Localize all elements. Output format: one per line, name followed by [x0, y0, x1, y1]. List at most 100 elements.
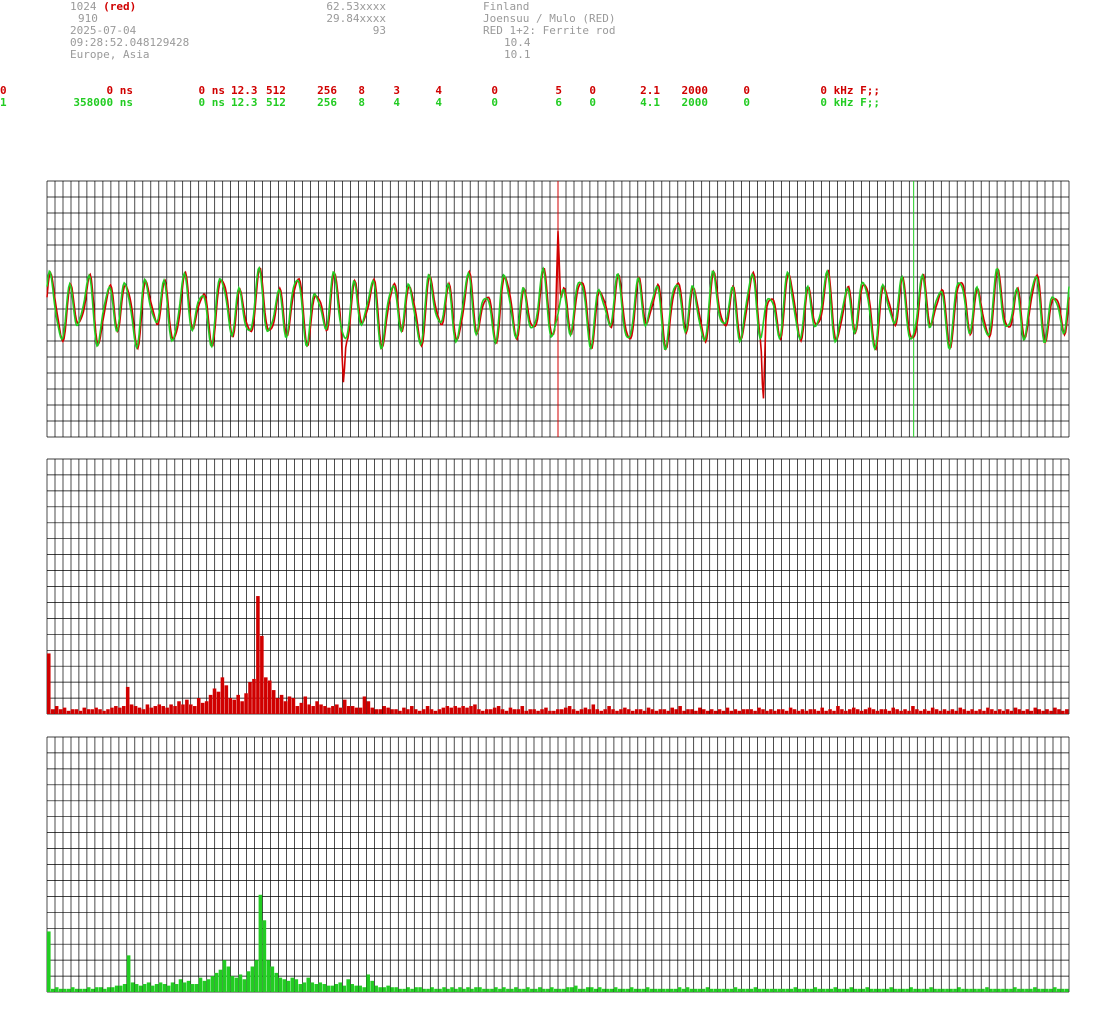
spectrum-1-bar	[634, 709, 639, 714]
spectrum-1-bar	[978, 709, 982, 714]
spectrum-2-bar	[845, 988, 850, 992]
spectrum-2-bar	[969, 988, 973, 992]
spectrum-2-bar	[382, 987, 386, 992]
spectrum-1-bar	[875, 710, 880, 714]
spectrum-2-bar	[146, 982, 151, 992]
spectrum-1-bar	[954, 710, 959, 714]
spectrum-1-bar	[303, 696, 308, 714]
spectrum-2-bar	[773, 988, 778, 992]
spectrum-1-bar	[260, 635, 264, 714]
spectrum-1-bar	[749, 709, 753, 714]
spectrum-1-bar	[559, 709, 564, 714]
spectrum-1-bar	[1021, 710, 1026, 714]
spectrum-1-bar	[702, 709, 706, 714]
spectrum-1-bar	[556, 709, 560, 714]
spectrum-2-bar	[202, 980, 207, 992]
spectrum-1-bar	[165, 707, 169, 715]
spectrum-1-bar	[74, 709, 79, 714]
spectrum-1-bar	[275, 698, 280, 714]
spectrum-1-bar	[958, 707, 963, 715]
spectrum-2-bar	[442, 987, 446, 992]
spectrum-1-bar	[488, 709, 493, 714]
spectrum-2-bar	[450, 987, 454, 992]
spectrum-1-bar	[267, 680, 272, 714]
spectrum-2-bar	[47, 931, 51, 992]
spectrum-2-bar	[346, 979, 350, 992]
spectrum-2-bar	[482, 988, 486, 992]
spectrum-2-bar	[290, 977, 295, 992]
spectrum-2-bar	[649, 988, 654, 992]
spectrum-1-bar	[1041, 710, 1045, 714]
spectrum-2-bar	[462, 988, 466, 992]
spectrum-1-bar	[1029, 710, 1034, 714]
spectrum-1-bar	[879, 709, 884, 714]
spectrum-2-bar	[246, 971, 251, 992]
spectrum-2-bar	[965, 988, 969, 992]
spectrum-2-bar	[569, 987, 574, 992]
spectrum-1-bar	[851, 707, 856, 715]
spectrum-2-bar	[470, 988, 474, 992]
spectrum-2-bar	[957, 987, 961, 992]
spectrum-1-bar	[962, 709, 967, 714]
spectrum-1-bar	[307, 704, 311, 714]
spectrum-1-bar	[54, 706, 59, 714]
spectrum-1-bar	[757, 707, 761, 715]
spectrum-2-bar	[929, 987, 933, 992]
spectrum-2-bar	[434, 988, 438, 992]
spectrum-1-bar	[1009, 710, 1014, 714]
spectrum-1-bar	[761, 709, 765, 714]
spectrum-1-bar	[990, 709, 994, 714]
spectrum-1-bar	[196, 698, 201, 714]
spectrum-1-bar	[528, 709, 532, 714]
spectrum-2-bar	[50, 988, 55, 992]
spectrum-1-bar	[737, 710, 742, 714]
spectrum-2-bar	[629, 987, 634, 992]
spectrum-2-bar	[697, 988, 702, 992]
spectrum-2-bar	[937, 988, 941, 992]
spectrum-1-bar	[638, 709, 643, 714]
spectrum-1-bar	[662, 709, 667, 714]
spectrum-1-bar	[1061, 710, 1065, 714]
spectrum-2-bar	[709, 988, 714, 992]
spectrum-2-bar	[138, 985, 143, 993]
spectrum-2-bar	[701, 988, 706, 992]
spectrum-2-bar	[601, 988, 606, 992]
spectrum-1-bar	[536, 710, 540, 714]
spectrum-1-bar	[212, 688, 217, 714]
spectrum-2-bar	[270, 966, 275, 992]
spectrum-1-bar	[824, 710, 828, 714]
spectrum-1-bar	[496, 706, 501, 714]
spectrum-1-bar	[1049, 710, 1053, 714]
spectrum-1-bar	[595, 709, 600, 714]
spectrum-1-bar	[587, 709, 592, 714]
spectrum-1-bar	[646, 707, 651, 715]
spectrum-1-bar	[788, 707, 793, 715]
spectrum-1-bar	[982, 710, 986, 714]
spectrum-1-bar	[974, 710, 978, 714]
spectrum-2-bar	[953, 988, 957, 992]
spectrum-2-bar	[1041, 988, 1045, 992]
spectrum-2-bar	[613, 987, 618, 992]
spectrum-1-bar	[930, 707, 935, 715]
spectrum-2-bar	[502, 987, 506, 992]
spectrum-1-bar	[1053, 707, 1057, 715]
spectrum-1-bar	[607, 706, 611, 714]
spectrum-2-bar	[685, 987, 690, 992]
spectrum-2-bar	[510, 988, 514, 992]
spectrum-1-bar	[690, 709, 694, 714]
spectrum-2-bar	[837, 988, 842, 992]
spectrum-1-bar	[970, 709, 974, 714]
spectrum-2-bar	[526, 987, 530, 992]
spectrum-2-bar	[454, 988, 458, 992]
spectrum-2-bar	[154, 984, 159, 992]
spectrum-2-bar	[877, 988, 881, 992]
spectrum-1-bar	[287, 696, 292, 714]
spectrum-2-bar	[829, 988, 834, 992]
spectrum-2-bar	[294, 979, 299, 992]
spectrum-2-bar	[753, 987, 758, 992]
spectrum-2-bar	[286, 980, 291, 992]
spectrum-2-bar	[402, 988, 406, 992]
spectrum-2-bar	[785, 988, 790, 992]
spectrum-2-bar	[857, 988, 861, 992]
spectrum-1-bar	[445, 706, 450, 714]
